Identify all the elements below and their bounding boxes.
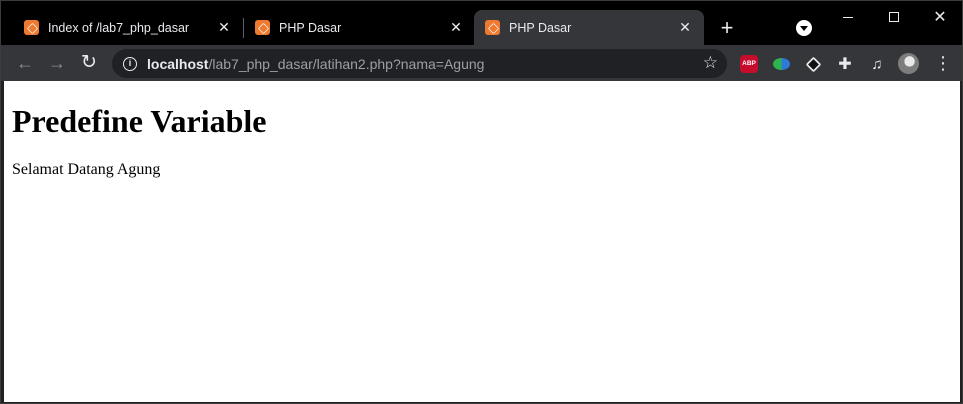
cube-icon-shape <box>805 56 821 72</box>
back-arrow-icon[interactable]: ← <box>13 51 37 75</box>
maximize-button[interactable] <box>871 1 917 33</box>
browser-toolbar: ← → ↻ i localhost/lab7_php_dasar/latihan… <box>1 45 962 81</box>
tab-title: PHP Dasar <box>279 20 342 35</box>
browser-window: Index of /lab7_php_dasar ✕ PHP Dasar ✕ P… <box>0 0 963 404</box>
minimize-button[interactable] <box>825 1 871 33</box>
idm-icon[interactable] <box>771 54 791 74</box>
maximize-icon <box>889 12 899 22</box>
idm-icon-shape <box>772 58 790 70</box>
tab-php-dasar-active[interactable]: PHP Dasar ✕ <box>474 10 704 45</box>
media-control-icon[interactable]: ♫ <box>867 54 887 74</box>
xampp-favicon-icon <box>255 20 270 35</box>
minimize-icon <box>843 16 853 18</box>
tab-title: PHP Dasar <box>509 20 572 35</box>
tab-close-icon[interactable]: ✕ <box>216 19 232 36</box>
reload-icon[interactable]: ↻ <box>77 51 101 75</box>
forward-arrow-icon[interactable]: → <box>45 51 69 75</box>
adblock-plus-label: ABP <box>740 55 758 73</box>
url-host: localhost <box>147 55 209 72</box>
tab-strip: Index of /lab7_php_dasar ✕ PHP Dasar ✕ P… <box>1 1 962 45</box>
url-text[interactable]: localhost/lab7_php_dasar/latihan2.php?na… <box>147 56 484 72</box>
puzzle-extensions-icon[interactable]: ✚ <box>835 54 855 74</box>
new-tab-button[interactable]: + <box>713 15 741 43</box>
tab-close-icon[interactable]: ✕ <box>448 19 464 36</box>
xampp-favicon-icon <box>485 20 500 35</box>
window-close-button[interactable]: ✕ <box>917 1 963 33</box>
page-heading: Predefine Variable <box>12 103 267 139</box>
tab-search-icon[interactable] <box>796 20 812 36</box>
xampp-favicon-icon <box>24 20 39 35</box>
tab-title: Index of /lab7_php_dasar <box>48 20 190 35</box>
greeting-text: Selamat Datang Agung <box>12 161 161 178</box>
bookmark-star-icon[interactable]: ☆ <box>703 53 718 73</box>
site-info-icon[interactable]: i <box>123 56 137 71</box>
address-bar[interactable]: i localhost/lab7_php_dasar/latihan2.php?… <box>112 49 727 78</box>
profile-avatar[interactable] <box>898 53 919 74</box>
tab-close-icon[interactable]: ✕ <box>677 19 693 36</box>
url-path: /lab7_php_dasar/latihan2.php?nama=Agung <box>208 55 485 72</box>
page-content: Predefine Variable Selamat Datang Agung <box>4 81 960 402</box>
tab-index-of-lab7[interactable]: Index of /lab7_php_dasar ✕ <box>1 10 243 45</box>
tab-php-dasar[interactable]: PHP Dasar ✕ <box>243 10 475 45</box>
kebab-menu-icon[interactable]: ⋮ <box>934 53 952 73</box>
adblock-plus-icon[interactable]: ABP <box>739 54 759 74</box>
cube-extension-icon[interactable] <box>803 54 823 74</box>
